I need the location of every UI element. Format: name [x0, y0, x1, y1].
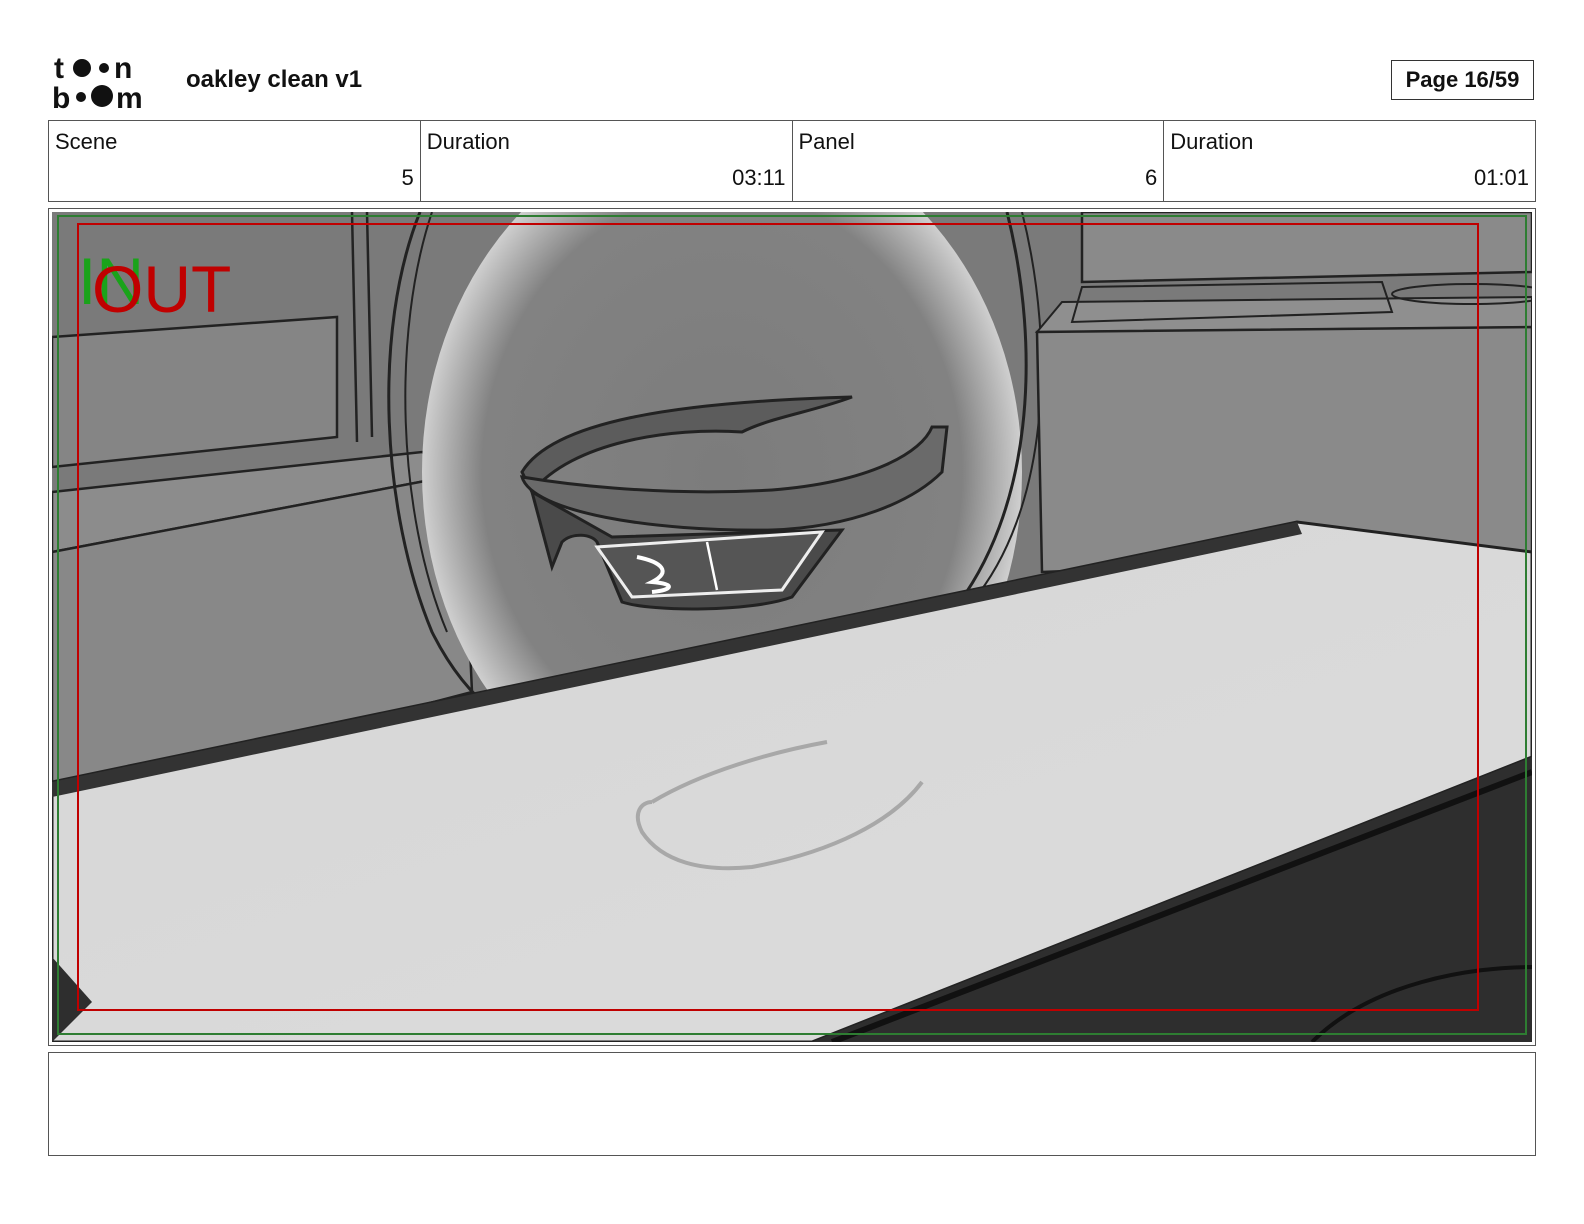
panel-duration-cell: Duration 01:01: [1164, 121, 1535, 201]
panel-duration-value: 01:01: [1473, 165, 1529, 190]
scene-label: Scene: [55, 129, 118, 154]
panel-notes-box: [48, 1052, 1536, 1156]
scene-duration-value: 03:11: [732, 165, 786, 190]
page-number: Page 16/59: [1391, 60, 1534, 100]
panel-duration-label: Duration: [1170, 129, 1254, 154]
document-title: oakley clean v1: [186, 66, 363, 93]
marker-out: OUT: [92, 252, 231, 326]
toon-boom-logo: t n b m: [52, 52, 143, 110]
svg-text:n: n: [114, 52, 132, 85]
scene-cell: Scene 5: [49, 121, 421, 201]
svg-text:b: b: [52, 82, 70, 110]
scene-value: 5: [401, 165, 414, 190]
storyboard-panel: IN OUT: [48, 208, 1536, 1046]
right-counter-top: [1080, 212, 1532, 284]
svg-text:m: m: [116, 82, 143, 110]
scene-duration-cell: Duration 03:11: [421, 121, 793, 201]
panel-label: Panel: [798, 129, 855, 154]
panel-value: 6: [1145, 165, 1158, 190]
panel-sketch: IN OUT: [52, 212, 1532, 1042]
panel-cell: Panel 6: [793, 121, 1165, 201]
scene-info-table: Scene 5 Duration 03:11 Panel 6 Duration …: [48, 120, 1536, 202]
svg-text:t: t: [54, 52, 64, 85]
scene-duration-label: Duration: [426, 129, 510, 154]
